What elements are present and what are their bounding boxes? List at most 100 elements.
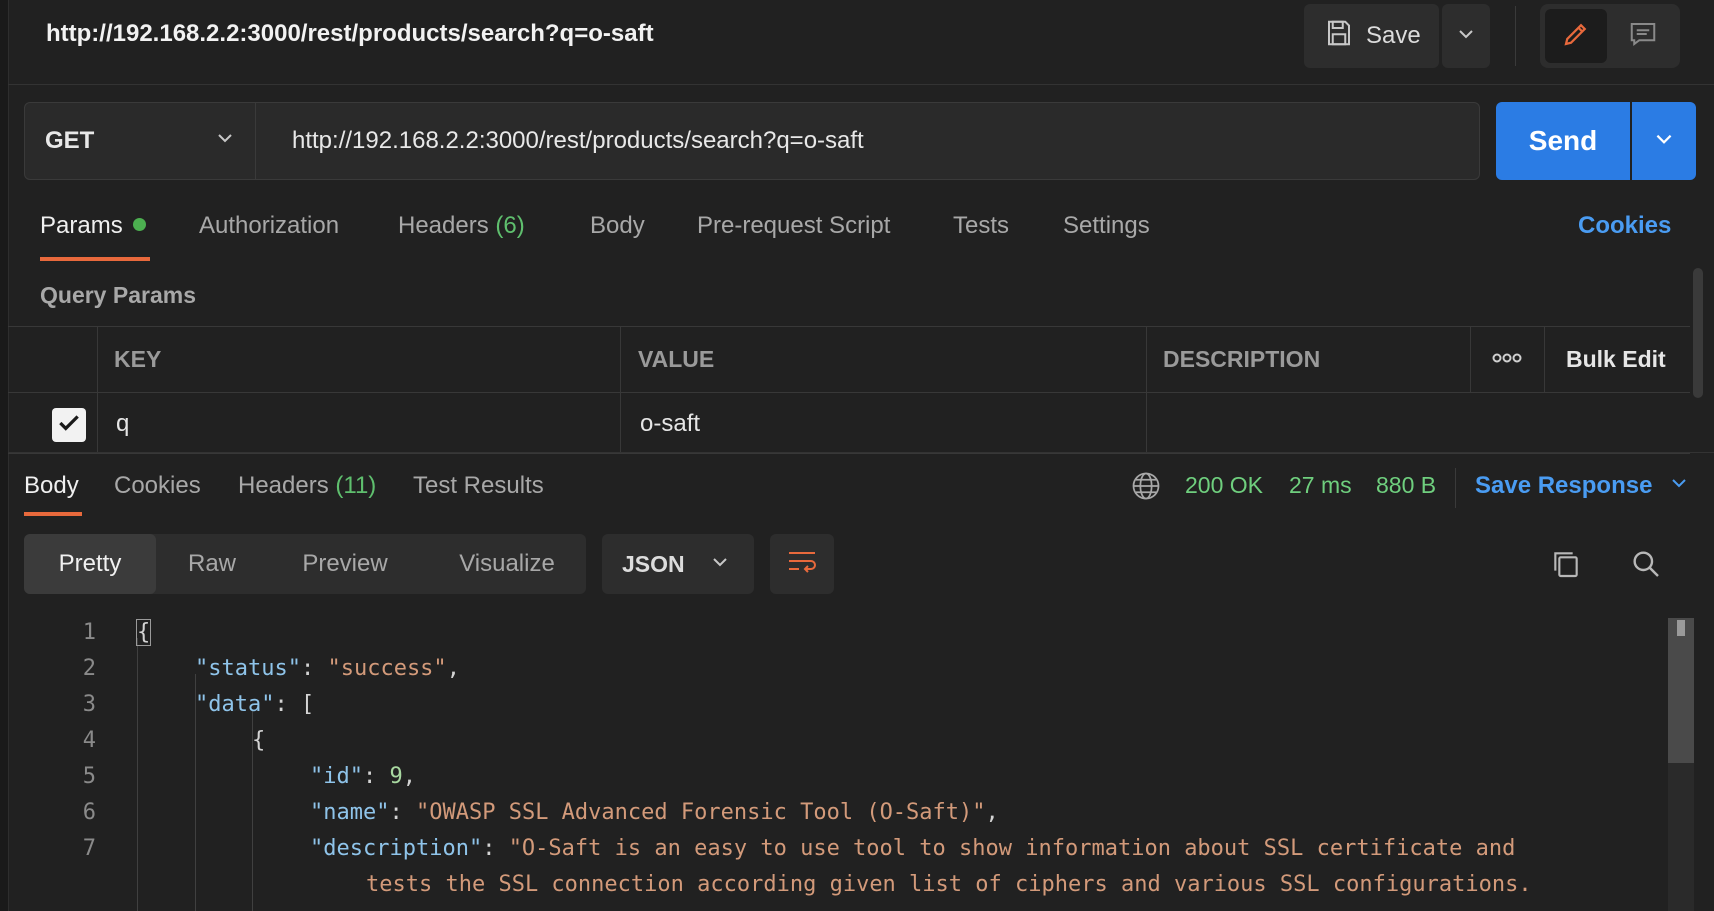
code-line: {: [252, 728, 265, 753]
json-key: "description": [310, 836, 483, 861]
json-string: "O-Saft is an easy to use tool to show i…: [508, 836, 1516, 861]
code-line: "name": "OWASP SSL Advanced Forensic Too…: [310, 800, 999, 825]
view-visualize[interactable]: Visualize: [442, 534, 572, 594]
url-value: http://192.168.2.2:3000/rest/products/se…: [292, 127, 864, 154]
save-label: Save: [1366, 22, 1421, 49]
active-tab-indicator: [40, 257, 150, 261]
params-scrollbar[interactable]: [1693, 268, 1703, 398]
save-dropdown-button[interactable]: [1442, 4, 1490, 68]
response-tab-headers[interactable]: Headers (11): [238, 472, 376, 500]
bulk-edit-button[interactable]: Bulk Edit: [1566, 346, 1666, 373]
json-string: "success": [327, 656, 447, 681]
response-tab-test-results[interactable]: Test Results: [413, 472, 544, 500]
column-divider: [97, 326, 98, 452]
method-label: GET: [45, 127, 95, 154]
line-number: 6: [82, 800, 96, 825]
more-icon: [1492, 351, 1522, 369]
send-dropdown-button[interactable]: [1632, 102, 1696, 180]
line-number: 2: [82, 656, 96, 681]
code-scrollbar-thumb[interactable]: [1668, 618, 1694, 763]
active-tab-indicator: [24, 512, 82, 516]
column-header-value: VALUE: [638, 346, 715, 372]
column-divider: [1146, 326, 1147, 452]
param-value-cell[interactable]: o-saft: [640, 410, 700, 438]
json-number: 9: [389, 764, 403, 789]
comment-icon: [1628, 19, 1658, 54]
column-header-key: KEY: [114, 346, 162, 372]
save-button[interactable]: Save: [1304, 4, 1439, 68]
line-number: 4: [82, 728, 96, 753]
method-select[interactable]: GET: [24, 102, 256, 180]
status-code[interactable]: 200 OK: [1185, 472, 1263, 499]
cookies-link[interactable]: Cookies: [1578, 212, 1671, 240]
param-key-cell[interactable]: q: [116, 410, 129, 438]
format-label: JSON: [622, 550, 685, 577]
chevron-down-icon: [215, 127, 235, 155]
tab-body[interactable]: Body: [590, 212, 645, 240]
pencil-icon: [1561, 19, 1591, 54]
search-icon[interactable]: [1630, 548, 1662, 585]
globe-icon[interactable]: [1131, 471, 1161, 506]
edit-mode-button[interactable]: [1545, 9, 1607, 63]
response-headers-label: Headers: [238, 472, 329, 499]
tab-settings[interactable]: Settings: [1063, 212, 1150, 240]
save-response-button[interactable]: Save Response: [1475, 472, 1689, 500]
wrap-lines-button[interactable]: [770, 534, 834, 594]
more-options-button[interactable]: [1492, 340, 1522, 380]
json-key: "status": [195, 656, 301, 681]
code-line: "data": [: [195, 692, 315, 717]
tab-prerequest-script[interactable]: Pre-request Script: [697, 212, 890, 240]
line-number: 1: [82, 620, 96, 645]
wrap-lines-icon: [786, 548, 818, 581]
code-line: "id": 9,: [310, 764, 416, 789]
json-key: "name": [310, 800, 390, 825]
response-body-code[interactable]: 1 2 3 4 5 6 7 { "status": "success", "da…: [0, 614, 1670, 911]
code-open-brace: {: [136, 619, 152, 646]
line-number: 3: [82, 692, 96, 717]
scrollbar-marker: [1677, 620, 1685, 636]
json-key: "id": [310, 764, 363, 789]
tab-params-label: Params: [40, 212, 123, 239]
response-tab-body[interactable]: Body: [24, 472, 79, 500]
format-select[interactable]: JSON: [602, 534, 754, 594]
view-pretty[interactable]: Pretty: [24, 534, 156, 594]
tab-params[interactable]: Params: [40, 212, 146, 240]
indent-guide: [137, 638, 138, 911]
code-line: {: [136, 619, 152, 646]
query-params-label: Query Params: [40, 282, 196, 308]
json-string: tests the SSL connection according given…: [366, 872, 1532, 897]
send-button[interactable]: Send: [1496, 102, 1630, 180]
tab-headers-label: Headers: [398, 212, 489, 239]
code-line: "description": "O-Saft is an easy to use…: [310, 836, 1516, 861]
response-time[interactable]: 27 ms: [1289, 472, 1352, 499]
column-divider: [1544, 326, 1545, 392]
response-headers-count: (11): [335, 472, 377, 499]
chevron-down-icon: [710, 551, 730, 578]
json-string: "OWASP SSL Advanced Forensic Tool (O-Saf…: [415, 800, 986, 825]
line-number: 5: [82, 764, 96, 789]
divider: [1515, 6, 1516, 66]
column-header-description: DESCRIPTION: [1163, 346, 1321, 372]
comment-mode-button[interactable]: [1612, 9, 1674, 63]
pane-splitter[interactable]: [8, 452, 1714, 453]
tab-tests[interactable]: Tests: [953, 212, 1009, 240]
view-preview[interactable]: Preview: [286, 534, 404, 594]
tab-headers[interactable]: Headers (6): [398, 212, 525, 240]
column-divider: [620, 326, 621, 452]
response-tab-cookies[interactable]: Cookies: [114, 472, 201, 500]
chevron-down-icon: [1653, 128, 1675, 155]
checkmark-icon: [56, 410, 82, 441]
chevron-down-icon: [1669, 472, 1689, 499]
json-key: "data": [195, 692, 275, 717]
param-row-checkbox[interactable]: [52, 408, 86, 442]
response-size[interactable]: 880 B: [1376, 472, 1436, 499]
tab-authorization[interactable]: Authorization: [199, 212, 339, 240]
column-divider: [1470, 326, 1471, 392]
code-line-wrapped: tests the SSL connection according given…: [366, 872, 1532, 897]
url-input[interactable]: http://192.168.2.2:3000/rest/products/se…: [256, 102, 1480, 180]
code-inner-brace: {: [252, 728, 266, 753]
request-title[interactable]: http://192.168.2.2:3000/rest/products/se…: [46, 20, 654, 48]
table-header-row: [8, 326, 1690, 393]
view-raw[interactable]: Raw: [160, 534, 264, 594]
copy-icon[interactable]: [1550, 548, 1582, 585]
